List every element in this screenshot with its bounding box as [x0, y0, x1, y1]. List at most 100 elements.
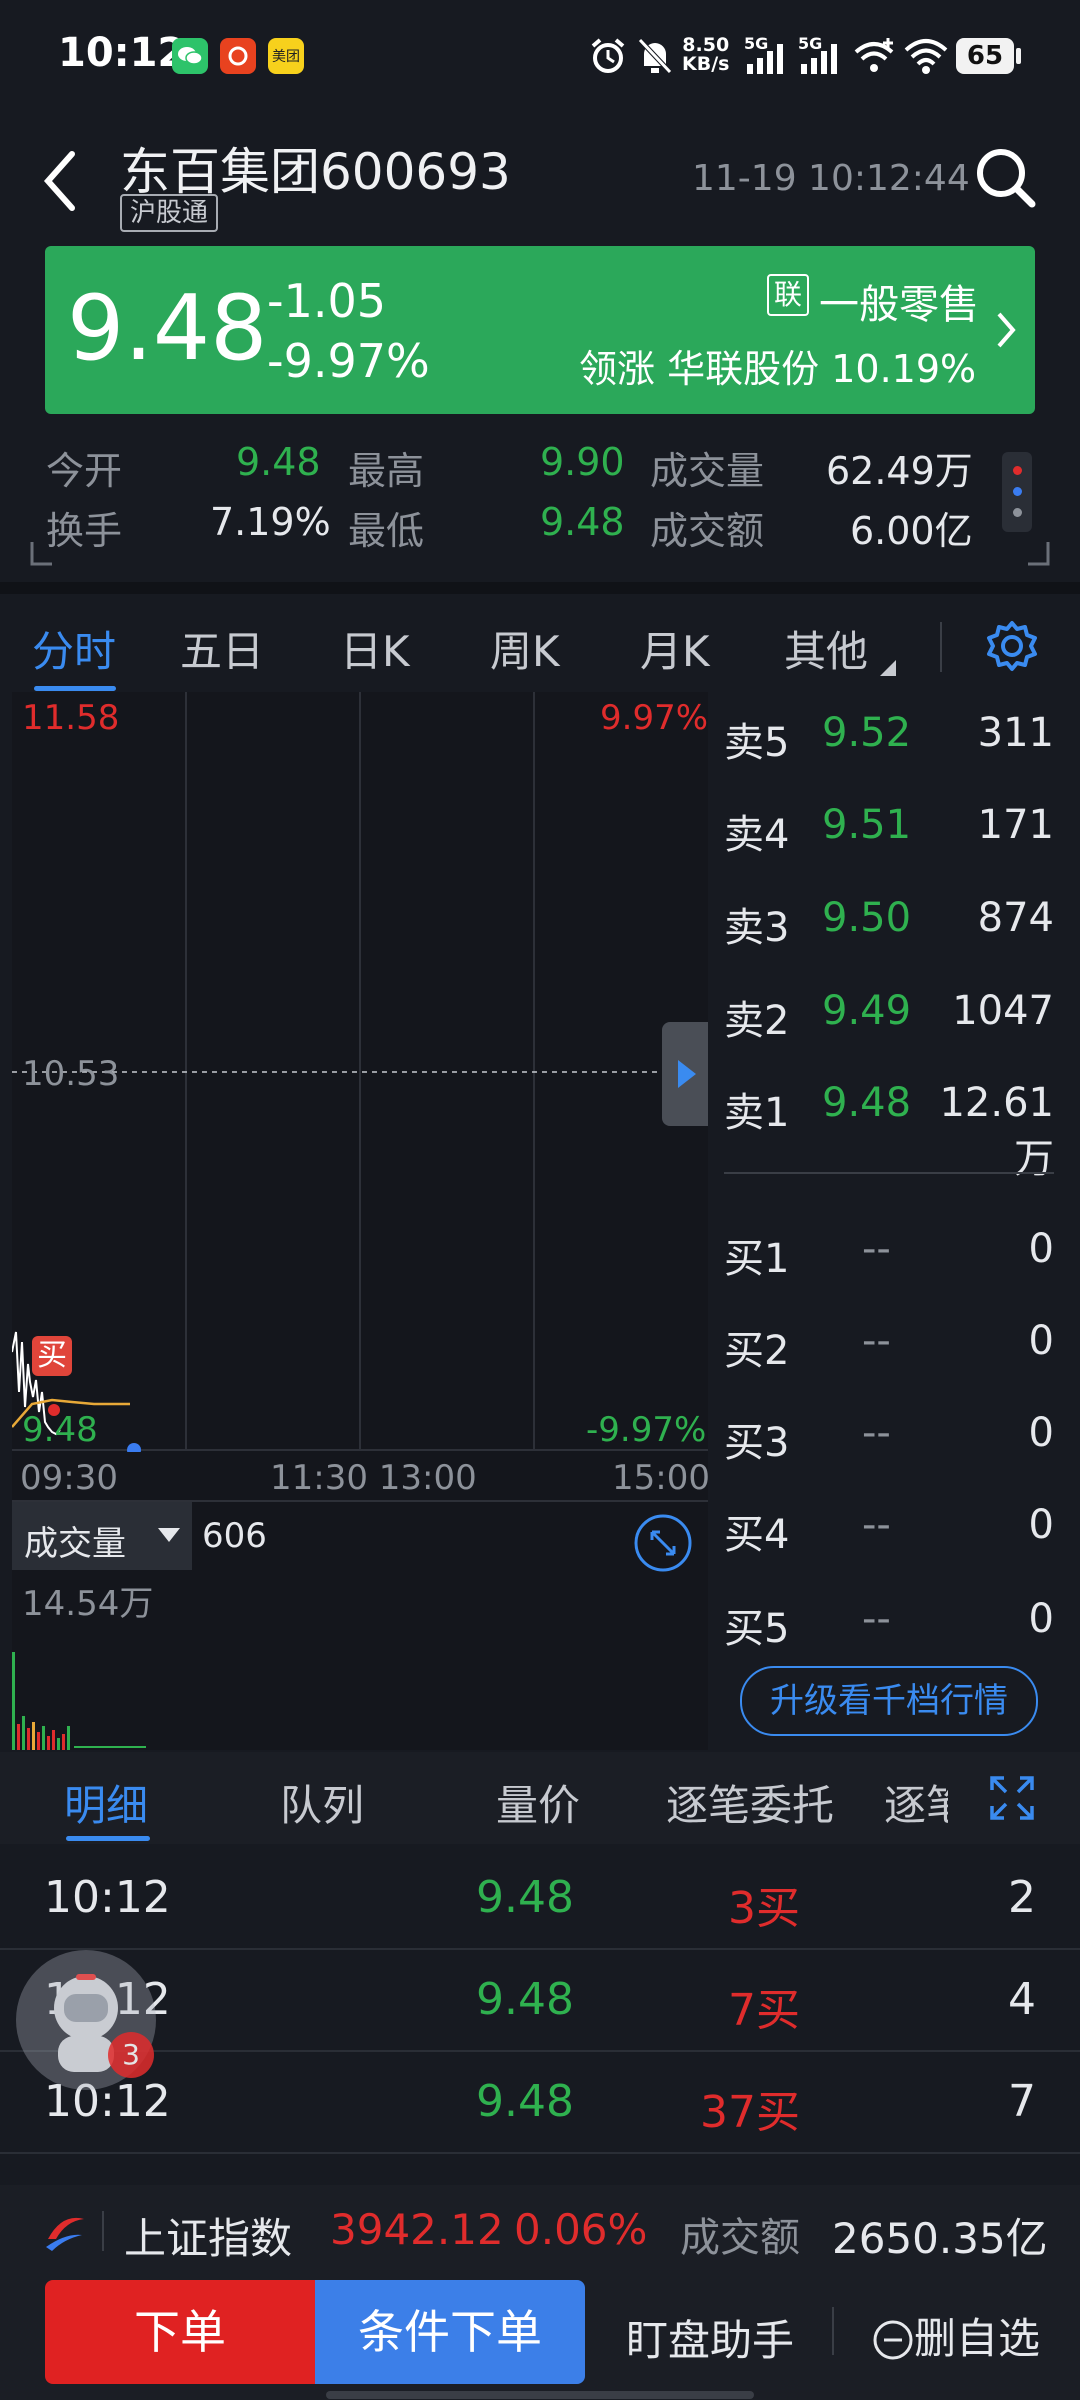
section-divider: [0, 582, 1080, 594]
settings-gear-icon[interactable]: [986, 620, 1038, 672]
volume-bars: [12, 1652, 146, 1750]
tab-tick-orders[interactable]: 逐笔委托: [666, 1772, 834, 1833]
bid-qty: 0: [1028, 1318, 1054, 1364]
active-detail-underline: [66, 1836, 150, 1841]
page-dots-indicator[interactable]: [1002, 452, 1032, 532]
buy-marker[interactable]: 买: [32, 1336, 72, 1376]
upgrade-depth-button[interactable]: 升级看千档行情: [740, 1666, 1038, 1736]
ask-qty: 874: [977, 895, 1054, 941]
ask-price[interactable]: 9.51: [822, 802, 911, 848]
quote-stats: 今开 9.48 最高 9.90 成交量 62.49万 换手 7.19% 最低 9…: [0, 430, 1080, 570]
current-price: 9.48: [67, 276, 268, 381]
tab-intraday[interactable]: 分时: [32, 618, 116, 679]
chevron-right-icon[interactable]: [995, 310, 1017, 350]
sector-name[interactable]: 一般零售: [819, 272, 979, 330]
index-name[interactable]: 上证指数: [124, 2205, 292, 2266]
expand-icon[interactable]: [990, 1776, 1034, 1820]
ask-label: 卖1: [724, 1090, 790, 1136]
ask-price[interactable]: 9.48: [822, 1080, 911, 1126]
volume-indicator-label: 成交量: [24, 1524, 126, 1564]
turnover-label: 换手: [46, 509, 123, 553]
time-label-midday: 11:30 13:00: [270, 1458, 477, 1498]
ask-price[interactable]: 9.50: [822, 895, 911, 941]
watch-assistant-button[interactable]: 盯盘助手: [626, 2307, 794, 2368]
chart-bottom-pct: -9.97%: [586, 1410, 707, 1450]
back-arrow-icon[interactable]: [40, 150, 80, 212]
net-speed: 8.50 KB/s: [682, 34, 730, 75]
index-value: 3942.12: [330, 2205, 504, 2254]
tab-daily-k[interactable]: 日K: [340, 618, 410, 679]
floating-assistant[interactable]: 3: [16, 1950, 156, 2090]
price-change: -1.05: [267, 274, 387, 328]
search-icon[interactable]: [974, 146, 1038, 210]
tab-queue[interactable]: 队列: [280, 1772, 364, 1833]
stock-header: 东百集团600693 沪股通 11-19 10:12:44: [0, 120, 1080, 240]
quote-datetime: 11-19 10:12:44: [692, 158, 970, 199]
remove-watchlist-button[interactable]: 删自选: [872, 2305, 1040, 2366]
bid-price[interactable]: --: [862, 1410, 891, 1456]
bid-price[interactable]: --: [862, 1502, 891, 1548]
order-button[interactable]: 下单: [45, 2280, 315, 2384]
play-arrow-icon: [678, 1060, 696, 1088]
detail-tabs: 明细 队列 量价 逐笔委托 逐笔: [0, 1752, 1080, 1844]
bid-qty: 0: [1028, 1226, 1054, 1272]
battery-indicator: 65: [956, 38, 1014, 74]
trade-price: 9.48: [476, 1872, 574, 1923]
active-tab-underline: [34, 686, 116, 691]
bid-price[interactable]: --: [862, 1596, 891, 1642]
ask-price[interactable]: 9.49: [822, 988, 911, 1034]
signal-bars-icon: [747, 44, 783, 74]
bid-label: 买2: [724, 1328, 790, 1374]
home-indicator: [326, 2391, 754, 2399]
stock-code: 600693: [320, 143, 511, 201]
tab-volume-price[interactable]: 量价: [496, 1772, 580, 1833]
volume-indicator-select[interactable]: 成交量: [12, 1502, 192, 1570]
tab-other[interactable]: 其他: [784, 618, 868, 679]
open-label: 今开: [46, 449, 123, 493]
connect-badge: 沪股通: [120, 194, 219, 232]
tab-detail[interactable]: 明细: [64, 1772, 148, 1833]
trade-count: 4: [1008, 1974, 1036, 2025]
notification-badge: 3: [108, 2032, 154, 2078]
bid-qty: 0: [1028, 1410, 1054, 1456]
chart-mid-price: 10.53: [22, 1054, 120, 1094]
time-axis: 09:30 11:30 13:00 15:00: [12, 1452, 710, 1502]
open-value: 9.48: [236, 440, 321, 484]
trade-row: 10:12 9.48 3买 2: [0, 1846, 1080, 1950]
tab-monthly-k[interactable]: 月K: [640, 618, 710, 679]
index-amount-value: 2650.35亿: [832, 2214, 1048, 2263]
bid-price[interactable]: --: [862, 1318, 891, 1364]
conditional-order-button[interactable]: 条件下单: [315, 2280, 585, 2384]
status-bar: 10:12 美团 8.50 KB/s 5G 5G 65: [0, 0, 1080, 110]
fullscreen-toggle-icon[interactable]: [632, 1512, 694, 1574]
chart-bottom-price: 9.48: [22, 1410, 98, 1450]
trade-row: 10:12 9.48 37买 7: [0, 2050, 1080, 2154]
chart-top-price: 11.58: [22, 698, 120, 738]
index-logo-icon: [46, 2217, 84, 2251]
sector-leader[interactable]: 领涨 华联股份 10.19%: [579, 338, 976, 393]
trade-volume: 7买: [728, 1985, 800, 2036]
intraday-chart[interactable]: 11.58 9.97% 10.53 9.48 -9.97% 买: [12, 692, 708, 1452]
tab-weekly-k[interactable]: 周K: [490, 618, 560, 679]
bid-label: 买1: [724, 1236, 790, 1282]
dropdown-triangle-icon: [880, 660, 896, 676]
tab-tick-trades[interactable]: 逐笔: [884, 1772, 948, 1833]
bid-qty: 0: [1028, 1502, 1054, 1548]
bid-price[interactable]: --: [862, 1226, 891, 1272]
volume-max-label: 14.54万: [22, 1584, 154, 1624]
low-label: 最低: [348, 509, 425, 553]
trade-price: 9.48: [476, 1974, 574, 2025]
bottom-bar: 上证指数 3942.12 0.06% 成交额 2650.35亿 下单 条件下单 …: [0, 2185, 1080, 2400]
chart-top-pct: 9.97%: [600, 698, 709, 738]
high-label: 最高: [348, 449, 425, 493]
volume-panel: 成交量 606 14.54万: [12, 1502, 708, 1750]
amount-value: 6.00亿: [850, 509, 973, 553]
orderbook-divider: [724, 1172, 1054, 1174]
time-label-open: 09:30: [20, 1458, 118, 1498]
index-pct: 0.06%: [514, 2205, 648, 2254]
ask-price[interactable]: 9.52: [822, 710, 911, 756]
tab-five-day[interactable]: 五日: [180, 618, 264, 679]
time-label-close: 15:00: [612, 1458, 710, 1498]
amount-label: 成交额: [650, 509, 765, 553]
expand-orderbook-handle[interactable]: [662, 1022, 708, 1126]
